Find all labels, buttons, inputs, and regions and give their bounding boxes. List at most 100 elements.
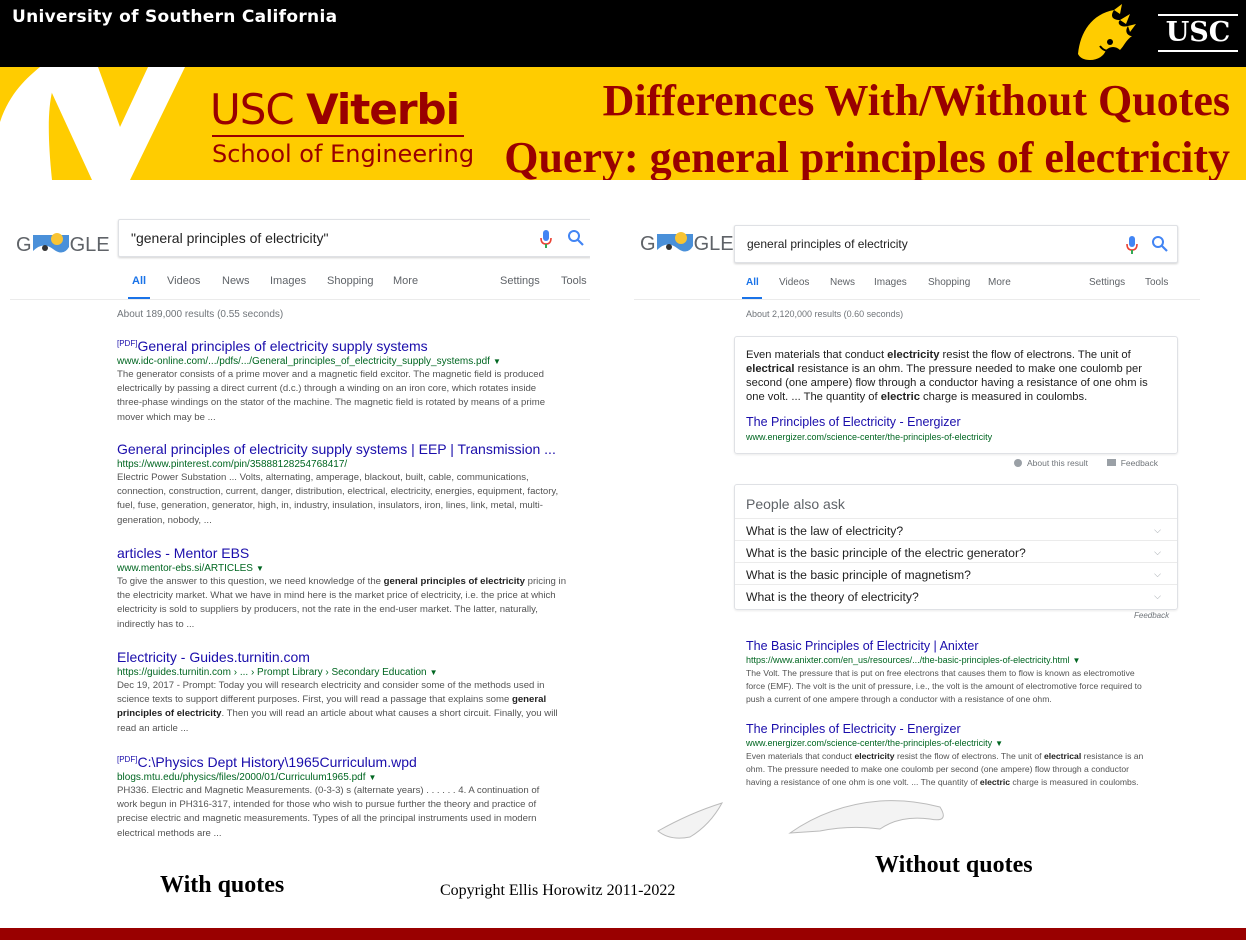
snippet-line: work begun in PH316-317, intended for th… [117,799,537,811]
chevron-down-icon[interactable]: ⌵ [1154,547,1161,558]
pdf-badge: [PDF] [117,339,138,348]
search-input[interactable]: "general principles of electricity" [131,230,328,246]
tab-all[interactable]: All [746,277,759,288]
title-band: USC Viterbi School of Engineering Differ… [0,67,1246,180]
people-also-ask: People also ask What is the law of elect… [734,484,1178,610]
doodle-sun-icon [32,233,69,257]
result-title[interactable]: [PDF]General principles of electricity s… [117,335,587,355]
tab-videos[interactable]: Videos [779,277,809,288]
caption-without-quotes: Without quotes [875,852,1033,878]
featured-snippet-url: www.energizer.com/science-center/the-pri… [746,432,993,442]
university-name: University of Southern California [12,7,338,27]
snippet-line: science texts to support different purpo… [117,694,547,706]
tab-shopping[interactable]: Shopping [928,277,970,288]
dropdown-arrow-icon[interactable]: ▼ [430,668,438,677]
snippet-line: Even materials that conduct electricity … [746,751,1144,761]
google-doodle-logo[interactable]: G GLE [16,231,110,257]
search-icon[interactable] [1151,235,1169,253]
tools-link[interactable]: Tools [1145,277,1168,288]
slide-subtitle: Query: general principles of electricity [504,133,1230,180]
result-title[interactable]: The Basic Principles of Electricity | An… [746,639,1196,654]
search-tabs: All Videos News Images Shopping More Set… [10,275,590,305]
paa-question-text[interactable]: What is the theory of electricity? [746,590,919,604]
result-url-text: blogs.mtu.edu/physics/files/2000/01/Curr… [117,772,366,783]
snippet-line: indirectly has to ... [117,618,195,630]
result-url: https://www.anixter.com/en_us/resources/… [746,654,1196,667]
result-title-text[interactable]: C:\Physics Dept History\1965Curriculum.w… [137,754,416,770]
paa-feedback-link[interactable]: Feedback [1134,611,1169,620]
result-url-text: https://guides.turnitin.com › ... › Prom… [117,667,427,678]
snippet-line: To give the answer to this question, we … [117,576,567,587]
result-title[interactable]: articles - Mentor EBS [117,545,587,562]
search-result: General principles of electricity supply… [117,441,587,528]
feedback-link[interactable]: Feedback [1121,458,1158,468]
search-box[interactable]: general principles of electricity [734,225,1178,263]
trojan-head-icon [1078,4,1136,60]
search-input[interactable]: general principles of electricity [747,237,908,251]
usc-logo: USC [1158,14,1238,52]
search-icon[interactable] [567,229,585,247]
snippet-line: three-phase windings on the stator of th… [117,397,546,409]
chevron-down-icon[interactable]: ⌵ [1154,569,1161,580]
paa-question[interactable]: What is the law of electricity? ⌵ [735,518,1177,540]
help-icon [1014,459,1022,467]
result-title[interactable]: [PDF]C:\Physics Dept History\1965Curricu… [117,751,587,771]
featured-snippet-link[interactable]: The Principles of Electricity - Energize… [746,415,961,429]
snippet-line: electricity is sold to suppliers by prod… [117,604,538,616]
search-box[interactable]: "general principles of electricity" [118,219,590,257]
result-stats: About 2,120,000 results (0.60 seconds) [746,309,904,319]
tab-more[interactable]: More [393,275,418,287]
dropdown-arrow-icon[interactable]: ▼ [995,739,1003,748]
chevron-down-icon[interactable]: ⌵ [1154,591,1161,602]
tab-images[interactable]: Images [874,277,907,288]
result-snippet: Dec 19, 2017 - Prompt: Today you will re… [117,679,587,736]
dropdown-arrow-icon[interactable]: ▼ [368,773,376,782]
tools-link[interactable]: Tools [561,275,587,287]
result-snippet: The generator consists of a prime mover … [117,368,587,425]
tab-news[interactable]: News [830,277,855,288]
result-title[interactable]: General principles of electricity supply… [117,441,587,458]
tab-all[interactable]: All [132,275,146,287]
snippet-line: the electricity market. What we have in … [117,590,556,602]
snippet-line: push a current of one ampere through a c… [746,694,1052,704]
result-stats: About 189,000 results (0.55 seconds) [117,309,284,320]
microphone-icon[interactable] [1125,235,1139,255]
paa-question[interactable]: What is the theory of electricity? ⌵ [735,584,1177,606]
tab-shopping[interactable]: Shopping [327,275,374,287]
paa-question-text[interactable]: What is the basic principle of the elect… [746,546,1026,560]
result-title[interactable]: Electricity - Guides.turnitin.com [117,649,587,666]
settings-link[interactable]: Settings [1089,277,1125,288]
paa-question[interactable]: What is the basic principle of magnetism… [735,562,1177,584]
result-title[interactable]: The Principles of Electricity - Energize… [746,722,1196,737]
result-title-text[interactable]: General principles of electricity supply… [137,338,427,354]
dropdown-arrow-icon[interactable]: ▼ [1072,656,1080,665]
tab-news[interactable]: News [222,275,250,287]
dropdown-arrow-icon[interactable]: ▼ [493,357,501,366]
paa-question[interactable]: What is the basic principle of the elect… [735,540,1177,562]
about-this-result-link[interactable]: About this result [1027,458,1088,468]
result-url: https://guides.turnitin.com › ... › Prom… [117,666,587,679]
search-result: [PDF]General principles of electricity s… [117,335,587,425]
search-tabs: All Videos News Images Shopping More Set… [634,277,1200,307]
chevron-down-icon[interactable]: ⌵ [1154,525,1161,536]
snippet-line: having a resistance of one ohm is one vo… [746,777,1139,787]
tab-images[interactable]: Images [270,275,306,287]
snippet-line: read an article ... [117,722,189,734]
result-url: www.energizer.com/science-center/the-pri… [746,737,1196,750]
snippet-line: force (EMF). The volt is the unit of pre… [746,681,1142,691]
dropdown-arrow-icon[interactable]: ▼ [256,564,264,573]
microphone-icon[interactable] [539,229,553,249]
tab-videos[interactable]: Videos [167,275,200,287]
search-results-without-quotes: G GLE general principles of electricity A… [634,218,1200,818]
tab-more[interactable]: More [988,277,1011,288]
snippet-line: Electric Power Substation ... Volts, alt… [117,472,529,483]
snippet-line: precise electric and magnetic measuremen… [117,813,537,825]
paa-question-text[interactable]: What is the law of electricity? [746,524,903,538]
logo-text: GLE [693,233,734,255]
settings-link[interactable]: Settings [500,275,540,287]
divider [10,299,590,300]
paa-question-text[interactable]: What is the basic principle of magnetism… [746,568,971,582]
viterbi-prefix: USC [210,85,295,134]
snippet-line: Dec 19, 2017 - Prompt: Today you will re… [117,680,545,691]
google-doodle-logo[interactable]: G GLE [640,230,734,256]
